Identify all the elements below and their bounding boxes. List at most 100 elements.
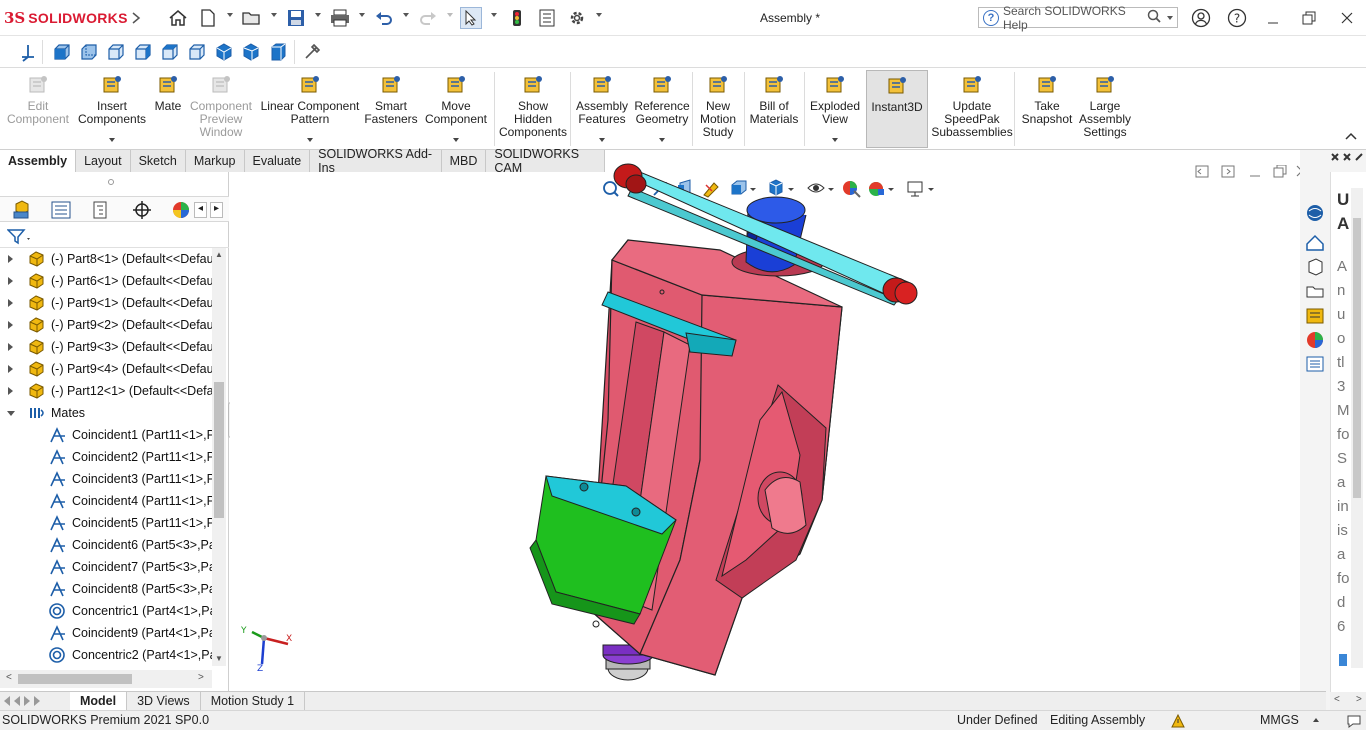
expand-arrow-icon[interactable] xyxy=(8,387,13,395)
scroll-up-icon[interactable]: ▲ xyxy=(215,250,223,259)
expand-arrow-icon[interactable] xyxy=(8,343,13,351)
instant3d-command[interactable]: Instant3D xyxy=(866,70,928,148)
command-dropdown-icon[interactable] xyxy=(453,138,459,142)
scroll-thumb[interactable] xyxy=(214,382,224,518)
search-icon[interactable] xyxy=(1147,9,1161,26)
options-dropdown-icon[interactable] xyxy=(596,13,602,17)
top-view-icon[interactable] xyxy=(160,42,180,62)
task-pane-scroll-thumb[interactable] xyxy=(1353,218,1361,498)
edit-component-command[interactable]: Edit Component xyxy=(4,70,72,148)
tree-horizontal-scrollbar[interactable]: < > xyxy=(0,670,212,688)
graphics-area[interactable]: X Y Z xyxy=(230,163,1326,691)
search-help-box[interactable]: ? Search SOLIDWORKS Help xyxy=(978,4,1178,32)
redo-dropdown-icon[interactable] xyxy=(447,13,453,17)
motion-study-command[interactable]: New Motion Study xyxy=(696,70,740,148)
minimize-window-icon[interactable] xyxy=(1262,7,1284,29)
tree-item-mates[interactable]: Mates xyxy=(0,402,212,424)
new-dropdown-icon[interactable] xyxy=(227,13,233,17)
tree-item-part[interactable]: (-) Part9<1> (Default<<Default xyxy=(0,292,212,314)
linear-pattern-command[interactable]: Linear Component Pattern xyxy=(258,70,362,148)
command-dropdown-icon[interactable] xyxy=(109,138,115,142)
expand-arrow-icon[interactable] xyxy=(8,299,13,307)
task-pane-hscroll[interactable]: < > xyxy=(1330,692,1366,710)
collapse-arrow-icon[interactable] xyxy=(7,410,15,416)
normal-to-icon[interactable] xyxy=(18,42,38,62)
rebuild-traffic-light-icon[interactable] xyxy=(506,7,528,29)
command-dropdown-icon[interactable] xyxy=(307,138,313,142)
select-arrow-icon[interactable] xyxy=(460,7,482,29)
home-icon[interactable] xyxy=(167,7,189,29)
back-view-icon[interactable] xyxy=(79,42,99,62)
speedpak-command[interactable]: Update SpeedPak Subassemblies xyxy=(930,70,1014,148)
tree-item-mate[interactable]: Concentric2 (Part4<1>,Par xyxy=(0,644,212,666)
isometric-view-icon[interactable] xyxy=(214,42,234,62)
tree-item-part[interactable]: (-) Part9<4> (Default<<Default xyxy=(0,358,212,380)
last-tab-icon[interactable] xyxy=(34,696,40,706)
tp-scroll-left-icon[interactable]: < xyxy=(1334,694,1340,705)
status-units[interactable]: MMGS xyxy=(1260,713,1299,727)
close-window-icon[interactable] xyxy=(1336,7,1358,29)
move-component-command[interactable]: Move Component xyxy=(422,70,490,148)
save-icon[interactable] xyxy=(285,7,307,29)
tab-sketch[interactable]: Sketch xyxy=(130,150,186,172)
print-dropdown-icon[interactable] xyxy=(359,13,365,17)
next-tab-icon[interactable] xyxy=(24,696,30,706)
select-dropdown-icon[interactable] xyxy=(491,13,497,17)
tree-item-part[interactable]: (-) Part9<2> (Default<<Default xyxy=(0,314,212,336)
tree-item-mate[interactable]: Coincident7 (Part5<3>,Par xyxy=(0,556,212,578)
first-tab-icon[interactable] xyxy=(4,696,10,706)
assembly-3d-model[interactable] xyxy=(520,160,940,690)
tab-scroll-left-icon[interactable]: ◂ xyxy=(194,202,207,218)
help-icon[interactable]: ? xyxy=(1226,7,1248,29)
tree-item-mate[interactable]: Coincident6 (Part5<3>,Par xyxy=(0,534,212,556)
trimetric-view-icon[interactable] xyxy=(241,42,261,62)
configuration-manager-tab-icon[interactable] xyxy=(90,200,112,220)
exploded-view-command[interactable]: Exploded View xyxy=(806,70,864,148)
solidworks-logo[interactable]: 3S SOLIDWORKS xyxy=(4,8,128,28)
task-pane-scrollbar[interactable] xyxy=(1351,188,1363,668)
expand-arrow-icon[interactable] xyxy=(8,277,13,285)
tab-mbd[interactable]: MBD xyxy=(441,150,487,172)
tree-item-mate[interactable]: Coincident8 (Part5<3>,Par xyxy=(0,578,212,600)
file-properties-icon[interactable] xyxy=(536,7,558,29)
assembly-features-command[interactable]: Assembly Features xyxy=(574,70,630,148)
tab-layout[interactable]: Layout xyxy=(76,150,131,172)
bottom-tab-motion-study-1[interactable]: Motion Study 1 xyxy=(201,692,306,710)
expand-arrow-icon[interactable] xyxy=(8,321,13,329)
save-dropdown-icon[interactable] xyxy=(315,13,321,17)
tree-item-part[interactable]: (-) Part12<1> (Default<<Default xyxy=(0,380,212,402)
scroll-left-icon[interactable]: < xyxy=(6,672,12,683)
mate-command[interactable]: Mate xyxy=(150,70,186,148)
tree-item-mate[interactable]: Coincident4 (Part11<1>,Pa xyxy=(0,490,212,512)
collapse-ribbon-icon[interactable] xyxy=(1345,130,1357,144)
property-manager-tab-icon[interactable] xyxy=(50,200,72,220)
view-selector-icon[interactable] xyxy=(302,42,322,62)
tree-item-mate[interactable]: Coincident1 (Part11<1>,Pa xyxy=(0,424,212,446)
insert-components-command[interactable]: Insert Components xyxy=(78,70,146,148)
undo-icon[interactable] xyxy=(373,7,395,29)
undo-dropdown-icon[interactable] xyxy=(403,13,409,17)
quick-tips-icon[interactable] xyxy=(1346,713,1362,729)
front-view-icon[interactable] xyxy=(52,42,72,62)
prev-tab-icon[interactable] xyxy=(14,696,20,706)
tab-solidworks-add-ins[interactable]: SOLIDWORKS Add-Ins xyxy=(310,147,442,175)
filter-icon[interactable] xyxy=(7,228,33,246)
scroll-down-icon[interactable]: ▼ xyxy=(215,654,223,663)
new-document-icon[interactable] xyxy=(197,7,219,29)
expand-arrow-icon[interactable] xyxy=(8,365,13,373)
command-dropdown-icon[interactable] xyxy=(659,138,665,142)
tree-item-mate[interactable]: Coincident2 (Part11<1>,Pa xyxy=(0,446,212,468)
redo-icon[interactable] xyxy=(417,7,439,29)
bottom-view-icon[interactable] xyxy=(187,42,207,62)
print-icon[interactable] xyxy=(329,7,351,29)
open-dropdown-icon[interactable] xyxy=(271,13,277,17)
task-pane-pin-icon[interactable] xyxy=(1330,152,1366,168)
tab-scroll-right-icon[interactable]: ▸ xyxy=(210,202,223,218)
bottom-tab-model[interactable]: Model xyxy=(70,692,128,710)
open-folder-icon[interactable] xyxy=(241,7,263,29)
search-dropdown-icon[interactable] xyxy=(1167,15,1173,20)
feature-manager-tab-icon[interactable] xyxy=(11,200,33,220)
smart-fasteners-command[interactable]: Smart Fasteners xyxy=(362,70,420,148)
show-hidden-command[interactable]: Show Hidden Components xyxy=(498,70,568,148)
tp-scroll-right-icon[interactable]: > xyxy=(1356,694,1362,705)
